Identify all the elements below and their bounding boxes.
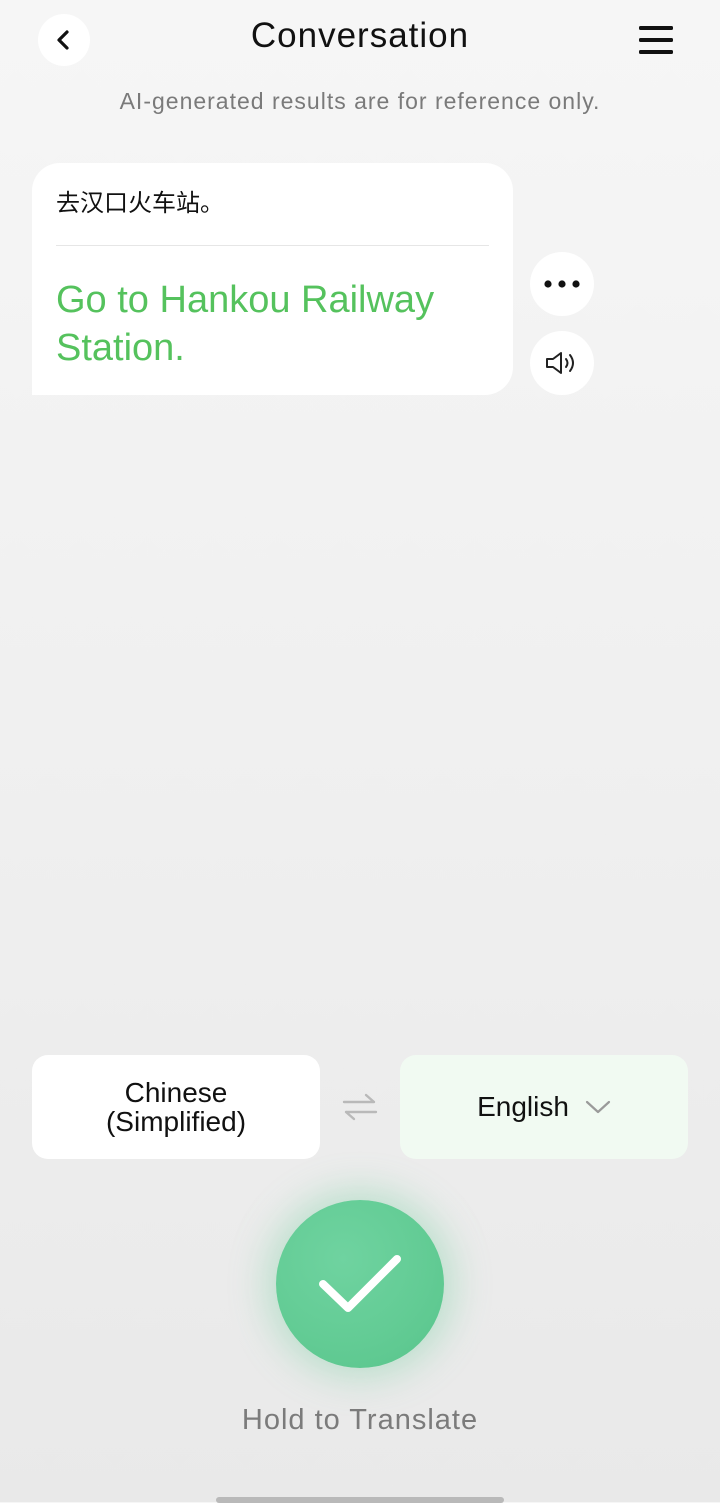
home-indicator[interactable]	[216, 1497, 504, 1503]
hamburger-menu-icon	[639, 26, 673, 54]
chevron-down-icon	[585, 1099, 611, 1115]
source-language-button[interactable]: Chinese (Simplified)	[32, 1055, 320, 1159]
card-divider	[56, 245, 489, 246]
speaker-icon	[546, 352, 574, 374]
source-language-label: Chinese (Simplified)	[105, 1077, 247, 1137]
checkmark-icon	[319, 1255, 401, 1312]
hold-to-translate-hint: Hold to Translate	[241, 1404, 479, 1436]
hold-to-translate-button[interactable]	[276, 1200, 444, 1368]
target-language-button[interactable]: English	[400, 1055, 688, 1159]
message-card[interactable]: 去汉口火车站。 Go to Hankou Railway Station.	[32, 163, 513, 395]
more-dots-icon	[544, 280, 580, 288]
page-title: Conversation	[250, 16, 470, 55]
swap-languages-button[interactable]	[338, 1085, 382, 1129]
more-options-button[interactable]	[530, 252, 594, 316]
source-text: 去汉口火车站。	[56, 189, 224, 217]
swap-arrows-icon	[342, 1093, 378, 1121]
header: Conversation	[0, 0, 720, 80]
translated-text: Go to Hankou Railway Station.	[56, 279, 435, 369]
disclaimer-text: AI-generated results are for reference o…	[119, 88, 601, 114]
target-language-label: English	[477, 1091, 569, 1122]
speaker-button[interactable]	[530, 331, 594, 395]
menu-button[interactable]	[632, 16, 680, 64]
